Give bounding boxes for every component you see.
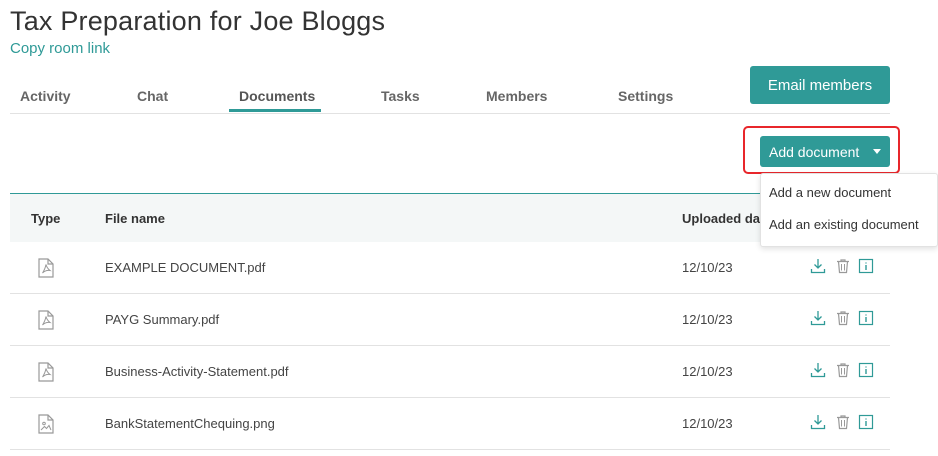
tab-documents[interactable]: Documents	[239, 88, 315, 104]
trash-icon[interactable]	[835, 414, 851, 430]
documents-table: Type File name Uploaded da EXAMPLE DOCUM…	[10, 193, 890, 450]
table-row[interactable]: Business-Activity-Statement.pdf 12/10/23	[10, 346, 890, 398]
table-header: Type File name Uploaded da	[10, 193, 890, 242]
trash-icon[interactable]	[835, 310, 851, 326]
add-document-label: Add document	[769, 143, 860, 160]
image-file-icon	[38, 414, 54, 434]
table-row[interactable]: BankStatementChequing.png 12/10/23	[10, 398, 890, 450]
tab-settings[interactable]: Settings	[618, 88, 673, 104]
row-actions	[810, 414, 876, 432]
info-icon[interactable]	[858, 362, 874, 378]
uploaded-date: 12/10/23	[682, 416, 733, 431]
tab-members[interactable]: Members	[486, 88, 547, 104]
table-row[interactable]: PAYG Summary.pdf 12/10/23	[10, 294, 890, 346]
column-header-file-name: File name	[105, 211, 165, 226]
download-icon[interactable]	[810, 258, 826, 274]
pdf-file-icon	[38, 362, 54, 382]
row-actions	[810, 258, 876, 276]
page-title: Tax Preparation for Joe Bloggs	[10, 6, 386, 36]
file-name[interactable]: BankStatementChequing.png	[105, 416, 275, 431]
column-header-uploaded: Uploaded da	[682, 211, 761, 226]
row-actions	[810, 310, 876, 328]
download-icon[interactable]	[810, 362, 826, 378]
file-name[interactable]: Business-Activity-Statement.pdf	[105, 364, 289, 379]
email-members-button[interactable]: Email members	[750, 66, 890, 104]
add-document-dropdown: Add a new document Add an existing docum…	[760, 173, 938, 247]
pdf-file-icon	[38, 258, 54, 278]
menu-item-add-existing-document[interactable]: Add an existing document	[769, 217, 919, 232]
pdf-file-icon	[38, 310, 54, 330]
copy-room-link[interactable]: Copy room link	[10, 40, 110, 57]
file-name[interactable]: EXAMPLE DOCUMENT.pdf	[105, 260, 265, 275]
download-icon[interactable]	[810, 414, 826, 430]
trash-icon[interactable]	[835, 258, 851, 274]
trash-icon[interactable]	[835, 362, 851, 378]
info-icon[interactable]	[858, 258, 874, 274]
column-header-type: Type	[31, 211, 61, 226]
tab-chat[interactable]: Chat	[137, 88, 168, 104]
tab-tasks[interactable]: Tasks	[381, 88, 420, 104]
uploaded-date: 12/10/23	[682, 312, 733, 327]
file-name[interactable]: PAYG Summary.pdf	[105, 312, 219, 327]
table-row[interactable]: EXAMPLE DOCUMENT.pdf 12/10/23	[10, 242, 890, 294]
uploaded-date: 12/10/23	[682, 364, 733, 379]
uploaded-date: 12/10/23	[682, 260, 733, 275]
menu-item-add-new-document[interactable]: Add a new document	[769, 185, 891, 200]
info-icon[interactable]	[858, 414, 874, 430]
info-icon[interactable]	[858, 310, 874, 326]
download-icon[interactable]	[810, 310, 826, 326]
active-tab-indicator	[229, 109, 321, 112]
add-document-button[interactable]: Add document	[760, 136, 890, 167]
tab-activity[interactable]: Activity	[20, 88, 71, 104]
row-actions	[810, 362, 876, 380]
caret-down-icon	[873, 149, 881, 154]
